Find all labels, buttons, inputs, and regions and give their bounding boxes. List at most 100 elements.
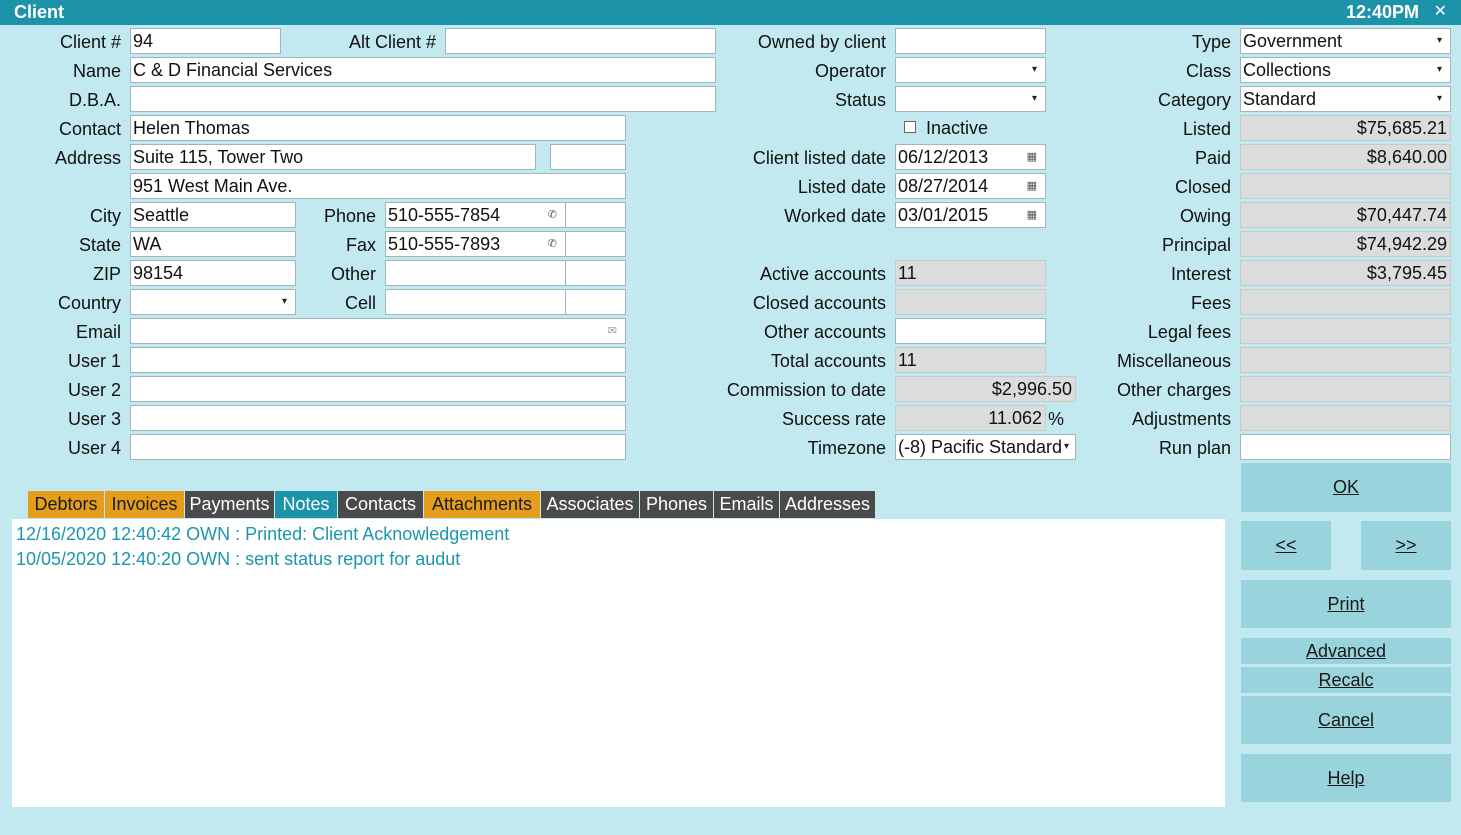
category-select[interactable]: Standard ▾ [1240, 86, 1451, 112]
chevron-down-icon[interactable]: ▾ [1061, 435, 1069, 459]
help-button[interactable]: Help [1241, 754, 1451, 802]
worked-date-label: Worked date [784, 206, 886, 226]
country-label: Country [57, 293, 121, 313]
tab-emails[interactable]: Emails [714, 491, 780, 518]
fax-field[interactable]: 510-555-7893 ✆ [385, 231, 566, 257]
country-select[interactable]: ▾ [130, 289, 296, 315]
percent-sign: % [1048, 409, 1065, 429]
type-select[interactable]: Government ▾ [1240, 28, 1451, 54]
chevron-down-icon[interactable]: ▾ [1437, 87, 1442, 111]
other-accounts-field[interactable] [895, 318, 1046, 344]
other-ext-field[interactable] [565, 260, 626, 286]
closed-accounts-field [895, 289, 1046, 315]
dba-field[interactable] [130, 86, 716, 112]
listed-date-field[interactable]: 08/27/2014 ▦ [895, 173, 1046, 199]
email-icon[interactable]: ✉ [608, 319, 617, 343]
fax-phone-icon[interactable]: ✆ [548, 232, 557, 256]
previous-button[interactable]: << [1241, 521, 1331, 570]
calendar-icon[interactable]: ▦ [1027, 145, 1037, 169]
phone-ext-field[interactable] [565, 202, 626, 228]
active-accounts-field: 11 [895, 260, 1046, 286]
notes-panel[interactable]: 12/16/2020 12:40:42 OWN : Printed: Clien… [12, 519, 1225, 807]
success-rate-field: 11.062 [895, 405, 1046, 431]
calendar-icon[interactable]: ▦ [1027, 174, 1037, 198]
other-phone-field[interactable] [385, 260, 566, 286]
chevron-down-icon[interactable]: ▾ [282, 290, 287, 314]
tab-attachments[interactable]: Attachments [424, 491, 541, 518]
user2-field[interactable] [130, 376, 626, 402]
next-button[interactable]: >> [1361, 521, 1451, 570]
clock: 12:40PM [1345, 2, 1419, 22]
user1-field[interactable] [130, 347, 626, 373]
user4-label: User 4 [67, 438, 121, 458]
phone-field[interactable]: 510-555-7854 ✆ [385, 202, 566, 228]
address2-field[interactable]: 951 West Main Ave. [130, 173, 626, 199]
recalc-button[interactable]: Recalc [1241, 667, 1451, 693]
user3-label: User 3 [67, 409, 121, 429]
user4-field[interactable] [130, 434, 626, 460]
interest-label: Interest [1170, 264, 1231, 284]
zip-field[interactable]: 98154 [130, 260, 296, 286]
class-select[interactable]: Collections ▾ [1240, 57, 1451, 83]
state-label: State [78, 235, 121, 255]
city-field[interactable]: Seattle [130, 202, 296, 228]
fax-label: Fax [345, 235, 376, 255]
address1-field[interactable]: Suite 115, Tower Two [130, 144, 536, 170]
user3-field[interactable] [130, 405, 626, 431]
class-value: Collections [1243, 60, 1332, 80]
operator-select[interactable]: ▾ [895, 57, 1046, 83]
city-label: City [90, 206, 121, 226]
closed-amount [1240, 173, 1451, 199]
tab-notes[interactable]: Notes [275, 491, 338, 518]
chevron-down-icon[interactable]: ▾ [1437, 58, 1442, 82]
note-entry[interactable]: 12/16/2020 12:40:42 OWN : Printed: Clien… [16, 523, 1221, 548]
inactive-checkbox[interactable] [904, 121, 916, 133]
cancel-button[interactable]: Cancel [1241, 696, 1451, 744]
note-entry[interactable]: 10/05/2020 12:40:20 OWN : sent status re… [16, 548, 1221, 573]
close-icon[interactable]: ✕ [1434, 1, 1447, 21]
address-extra-field[interactable] [550, 144, 626, 170]
client-no-field[interactable]: 94 [130, 28, 281, 54]
chevron-down-icon[interactable]: ▾ [1032, 58, 1037, 82]
timezone-select[interactable]: (-8) Pacific Standard ▾ [895, 434, 1076, 460]
tab-phones[interactable]: Phones [640, 491, 714, 518]
phone-icon[interactable]: ✆ [548, 203, 557, 227]
client-listed-field[interactable]: 06/12/2013 ▦ [895, 144, 1046, 170]
name-field[interactable]: C & D Financial Services [130, 57, 716, 83]
cell-field[interactable] [385, 289, 566, 315]
other-phone-label: Other [330, 264, 376, 284]
cell-ext-field[interactable] [565, 289, 626, 315]
adjustments-label: Adjustments [1131, 409, 1231, 429]
commission-field: $2,996.50 [895, 376, 1076, 402]
alt-client-field[interactable] [445, 28, 716, 54]
calendar-icon[interactable]: ▦ [1027, 203, 1037, 227]
fax-value: 510-555-7893 [388, 234, 501, 254]
chevron-down-icon[interactable]: ▾ [1032, 87, 1037, 111]
status-label: Status [834, 90, 886, 110]
category-value: Standard [1243, 89, 1317, 109]
state-field[interactable]: WA [130, 231, 296, 257]
print-button[interactable]: Print [1241, 580, 1451, 628]
tab-invoices[interactable]: Invoices [105, 491, 185, 518]
advanced-button[interactable]: Advanced [1241, 638, 1451, 664]
category-label: Category [1157, 90, 1231, 110]
owned-field[interactable] [895, 28, 1046, 54]
cell-label: Cell [344, 293, 376, 313]
other-accounts-label: Other accounts [763, 322, 886, 342]
status-select[interactable]: ▾ [895, 86, 1046, 112]
chevron-down-icon[interactable]: ▾ [1437, 29, 1442, 53]
tab-contacts[interactable]: Contacts [338, 491, 424, 518]
ok-button[interactable]: OK [1241, 463, 1451, 512]
contact-field[interactable]: Helen Thomas [130, 115, 626, 141]
total-accounts-label: Total accounts [770, 351, 886, 371]
listed-amount: $75,685.21 [1240, 115, 1451, 141]
tab-payments[interactable]: Payments [185, 491, 275, 518]
fax-ext-field[interactable] [565, 231, 626, 257]
title-bar: Client 12:40PM ✕ [0, 0, 1461, 25]
email-field[interactable]: ✉ [130, 318, 626, 344]
tab-associates[interactable]: Associates [541, 491, 640, 518]
run-plan-field[interactable] [1240, 434, 1451, 460]
tab-addresses[interactable]: Addresses [780, 491, 876, 518]
tab-debtors[interactable]: Debtors [28, 491, 105, 518]
worked-date-field[interactable]: 03/01/2015 ▦ [895, 202, 1046, 228]
